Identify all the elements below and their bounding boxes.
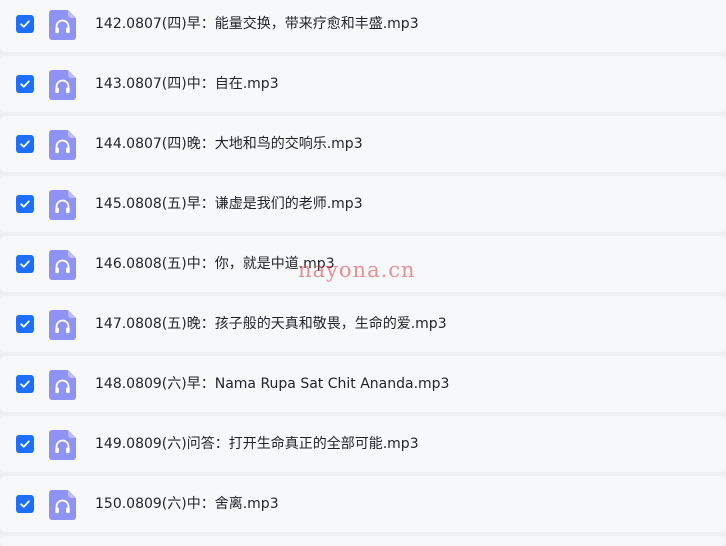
checkbox[interactable] xyxy=(16,75,34,93)
checkbox[interactable] xyxy=(16,15,34,33)
file-row[interactable]: 150.0809(六)中：舍离.mp3 xyxy=(0,476,726,532)
audio-file-icon xyxy=(49,310,76,340)
file-name: 147.0808(五)晚：孩子般的天真和敬畏，生命的爱.mp3 xyxy=(95,316,447,332)
checkbox[interactable] xyxy=(16,195,34,213)
checkmark-icon xyxy=(20,20,30,28)
file-name: 144.0807(四)晚：大地和鸟的交响乐.mp3 xyxy=(95,136,363,152)
file-name: 145.0808(五)早：谦虚是我们的老师.mp3 xyxy=(95,196,363,212)
audio-file-icon xyxy=(49,130,76,160)
checkbox[interactable] xyxy=(16,315,34,333)
audio-file-icon xyxy=(49,250,76,280)
checkmark-icon xyxy=(20,380,30,388)
checkmark-icon xyxy=(20,260,30,268)
file-row[interactable]: 143.0807(四)中：自在.mp3 xyxy=(0,56,726,112)
checkbox[interactable] xyxy=(16,435,34,453)
file-name: 143.0807(四)中：自在.mp3 xyxy=(95,76,279,92)
checkmark-icon xyxy=(20,440,30,448)
file-row[interactable]: 147.0808(五)晚：孩子般的天真和敬畏，生命的爱.mp3 xyxy=(0,296,726,352)
file-row[interactable]: 148.0809(六)早：Nama Rupa Sat Chit Ananda.m… xyxy=(0,356,726,412)
audio-file-icon xyxy=(49,490,76,520)
file-row[interactable]: 145.0808(五)早：谦虚是我们的老师.mp3 xyxy=(0,176,726,232)
next-row-peek xyxy=(0,536,726,546)
checkbox[interactable] xyxy=(16,255,34,273)
audio-file-icon xyxy=(49,430,76,460)
file-name: 150.0809(六)中：舍离.mp3 xyxy=(95,496,279,512)
file-name: 146.0808(五)中：你，就是中道.mp3 xyxy=(95,256,335,272)
checkbox[interactable] xyxy=(16,495,34,513)
file-row[interactable]: 144.0807(四)晚：大地和鸟的交响乐.mp3 xyxy=(0,116,726,172)
file-name: 148.0809(六)早：Nama Rupa Sat Chit Ananda.m… xyxy=(95,376,450,392)
checkmark-icon xyxy=(20,500,30,508)
audio-file-icon xyxy=(49,190,76,220)
checkbox[interactable] xyxy=(16,375,34,393)
file-name: 142.0807(四)早：能量交换，带来疗愈和丰盛.mp3 xyxy=(95,16,419,32)
file-name: 149.0809(六)问答：打开生命真正的全部可能.mp3 xyxy=(95,436,419,452)
audio-file-icon xyxy=(49,370,76,400)
checkmark-icon xyxy=(20,320,30,328)
file-row[interactable]: 146.0808(五)中：你，就是中道.mp3 xyxy=(0,236,726,292)
audio-file-icon xyxy=(49,70,76,100)
file-list: 142.0807(四)早：能量交换，带来疗愈和丰盛.mp3 143.0807(四… xyxy=(0,0,726,536)
checkmark-icon xyxy=(20,200,30,208)
file-row[interactable]: 149.0809(六)问答：打开生命真正的全部可能.mp3 xyxy=(0,416,726,472)
file-row[interactable]: 142.0807(四)早：能量交换，带来疗愈和丰盛.mp3 xyxy=(0,0,726,52)
checkmark-icon xyxy=(20,80,30,88)
checkmark-icon xyxy=(20,140,30,148)
audio-file-icon xyxy=(49,10,76,40)
checkbox[interactable] xyxy=(16,135,34,153)
